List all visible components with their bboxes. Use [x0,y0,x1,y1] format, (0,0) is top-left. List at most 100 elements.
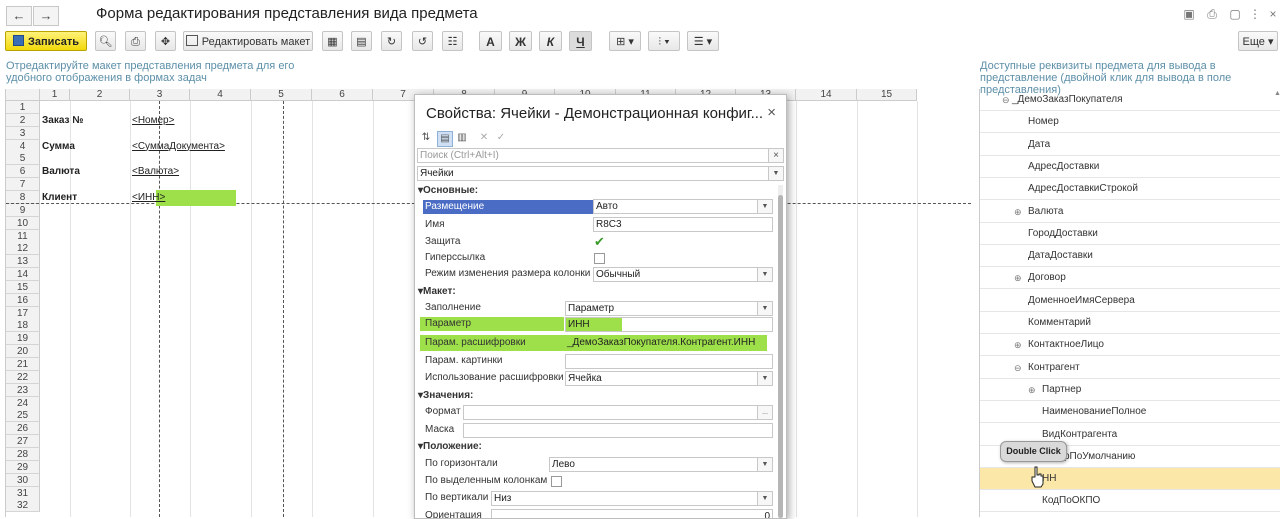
row-header[interactable]: 4 [6,139,40,153]
column-header[interactable]: 14 [796,89,857,101]
print-button[interactable]: ⎙ [125,31,146,51]
font-button[interactable]: A [479,31,502,51]
tree-item[interactable]: Комментарий [980,312,1280,334]
section-values[interactable]: ▾Значения: [418,390,473,401]
mask-input[interactable] [463,423,773,438]
dialog-scrollbar-thumb[interactable] [778,195,783,518]
categories-icon[interactable]: ▤ [437,131,453,147]
name-input[interactable]: R8C3 [593,217,773,232]
row-header[interactable]: 12 [6,242,40,256]
tree-item[interactable]: ДоменноеИмяСервера [980,290,1280,312]
row-header[interactable]: 9 [6,203,40,217]
row-header[interactable]: 1 [6,101,40,114]
align-dropdown[interactable]: ⫶ ▾ [648,31,680,51]
print-icon[interactable]: ⎙ [1205,7,1219,21]
horiz-select[interactable]: Лево ▼ [549,457,773,472]
scroll-up-icon[interactable]: ▲ [1274,90,1280,97]
tree-item[interactable]: ⊖ Контрагент [980,357,1280,379]
picture-input[interactable] [565,354,773,369]
grid-cell[interactable]: <Валюта> [132,165,179,178]
forward-button[interactable]: → [33,6,59,26]
protection-checkbox[interactable]: ✔ [594,235,605,248]
expand-icon[interactable]: ⊕ [1014,334,1022,356]
grid-cell[interactable]: Заказ № [42,114,83,127]
preview-button[interactable]: 🔍︎ [95,31,116,51]
tree-item[interactable]: ДатаДоставки [980,245,1280,268]
search-input[interactable]: Поиск (Ctrl+Alt+I) × [417,148,784,163]
tree-item[interactable]: НаименованиеПолное [980,401,1280,424]
row-header[interactable]: 2 [6,113,40,127]
row-header[interactable]: 16 [6,293,40,307]
text-align-dropdown[interactable]: ☰ ▾ [687,31,719,51]
ellipsis-icon[interactable]: ... [757,406,772,419]
hyperlink-checkbox[interactable] [594,253,605,264]
grid-cell[interactable]: Валюта [42,165,80,178]
bold-button[interactable]: Ж [509,31,532,51]
section-main[interactable]: ▾Основные: [418,185,478,196]
move-button[interactable]: ✥ [155,31,176,51]
clear-search-icon[interactable]: × [768,149,783,162]
refresh-button[interactable]: ↺ [412,31,433,51]
tree-item[interactable]: НН [980,468,1280,491]
tree-scrollbar[interactable]: ▲ [1273,90,1280,517]
row-header[interactable]: 26 [6,422,40,436]
row-header[interactable]: 15 [6,280,40,294]
more-vertical-icon[interactable]: ⋮ [1248,7,1262,21]
row-header[interactable]: 20 [6,345,40,359]
tree-item[interactable]: ГородДоставки [980,223,1280,245]
row-header[interactable]: 19 [6,332,40,346]
row-header[interactable]: 3 [6,126,40,140]
column-header[interactable]: 3 [130,89,190,101]
row-header[interactable]: 14 [6,268,40,282]
row-header[interactable]: 29 [6,460,40,474]
row-header[interactable]: 13 [6,255,40,269]
tree-item[interactable]: Номер [980,111,1280,134]
back-button[interactable]: ← [6,6,32,26]
collapse-icon[interactable]: ⊖ [1014,357,1022,379]
row-header[interactable]: 7 [6,178,40,192]
link-button[interactable]: ↻ [381,31,402,51]
fill-select[interactable]: Параметр ▼ [565,301,773,316]
column-header[interactable]: 5 [251,89,312,101]
layout-grid-button[interactable]: ▦ [322,31,343,51]
row-header[interactable]: 28 [6,447,40,461]
row-header[interactable]: 17 [6,306,40,320]
tree-item[interactable]: ⊕ Партнер [980,379,1280,401]
close-window-icon[interactable]: × [1266,7,1280,21]
grid-cell[interactable]: Сумма [42,140,75,153]
collapse-icon[interactable]: ⊖ [1002,89,1010,111]
tree-item[interactable]: ⊕ КонтактноеЛицо [980,334,1280,357]
tree-item[interactable]: Дата [980,134,1280,156]
table-layout-button[interactable]: ▤ [351,31,372,51]
column-header[interactable]: 6 [312,89,373,101]
grid-cell[interactable]: <СуммаДокумента> [132,140,225,153]
expand-icon[interactable]: ⊕ [1014,267,1022,289]
underline-button[interactable]: Ч [569,31,592,51]
italic-button[interactable]: К [539,31,562,51]
row-header[interactable]: 6 [6,165,40,179]
save-button[interactable]: Записать [5,31,87,51]
row-header[interactable]: 21 [6,358,40,371]
save-document-icon[interactable]: ▣ [1182,7,1196,21]
tree-item[interactable]: АдресДоставкиСтрокой [980,178,1280,201]
grid-cell[interactable]: <Номер> [132,114,174,127]
decode-value[interactable]: _ДемоЗаказПокупателя.Контрагент.ИНН [567,337,755,348]
sort-icon[interactable]: ⇅ [419,131,433,145]
row-header[interactable]: 25 [6,409,40,423]
section-layout[interactable]: ▾Макет: [418,286,456,297]
grid-cell[interactable]: <ИНН> [132,191,165,204]
row-header[interactable]: 32 [6,499,40,513]
vert-select[interactable]: Низ ▼ [491,491,773,506]
row-header[interactable]: 22 [6,370,40,384]
by-cols-checkbox[interactable] [551,476,562,487]
preview-icon[interactable]: ▢ [1228,7,1242,21]
use-decode-select[interactable]: Ячейка ▼ [565,371,773,386]
object-select[interactable]: Ячейки ▼ [417,166,784,181]
row-header[interactable]: 30 [6,473,40,487]
expand-icon[interactable]: ⊕ [1014,201,1022,223]
tree-item[interactable]: ⊕ Валюта [980,201,1280,223]
column-header[interactable]: 2 [70,89,130,101]
row-header[interactable]: 11 [6,229,40,243]
edit-layout-button[interactable]: Редактировать макет [183,31,313,51]
placement-select[interactable]: Авто ▼ [593,199,773,214]
